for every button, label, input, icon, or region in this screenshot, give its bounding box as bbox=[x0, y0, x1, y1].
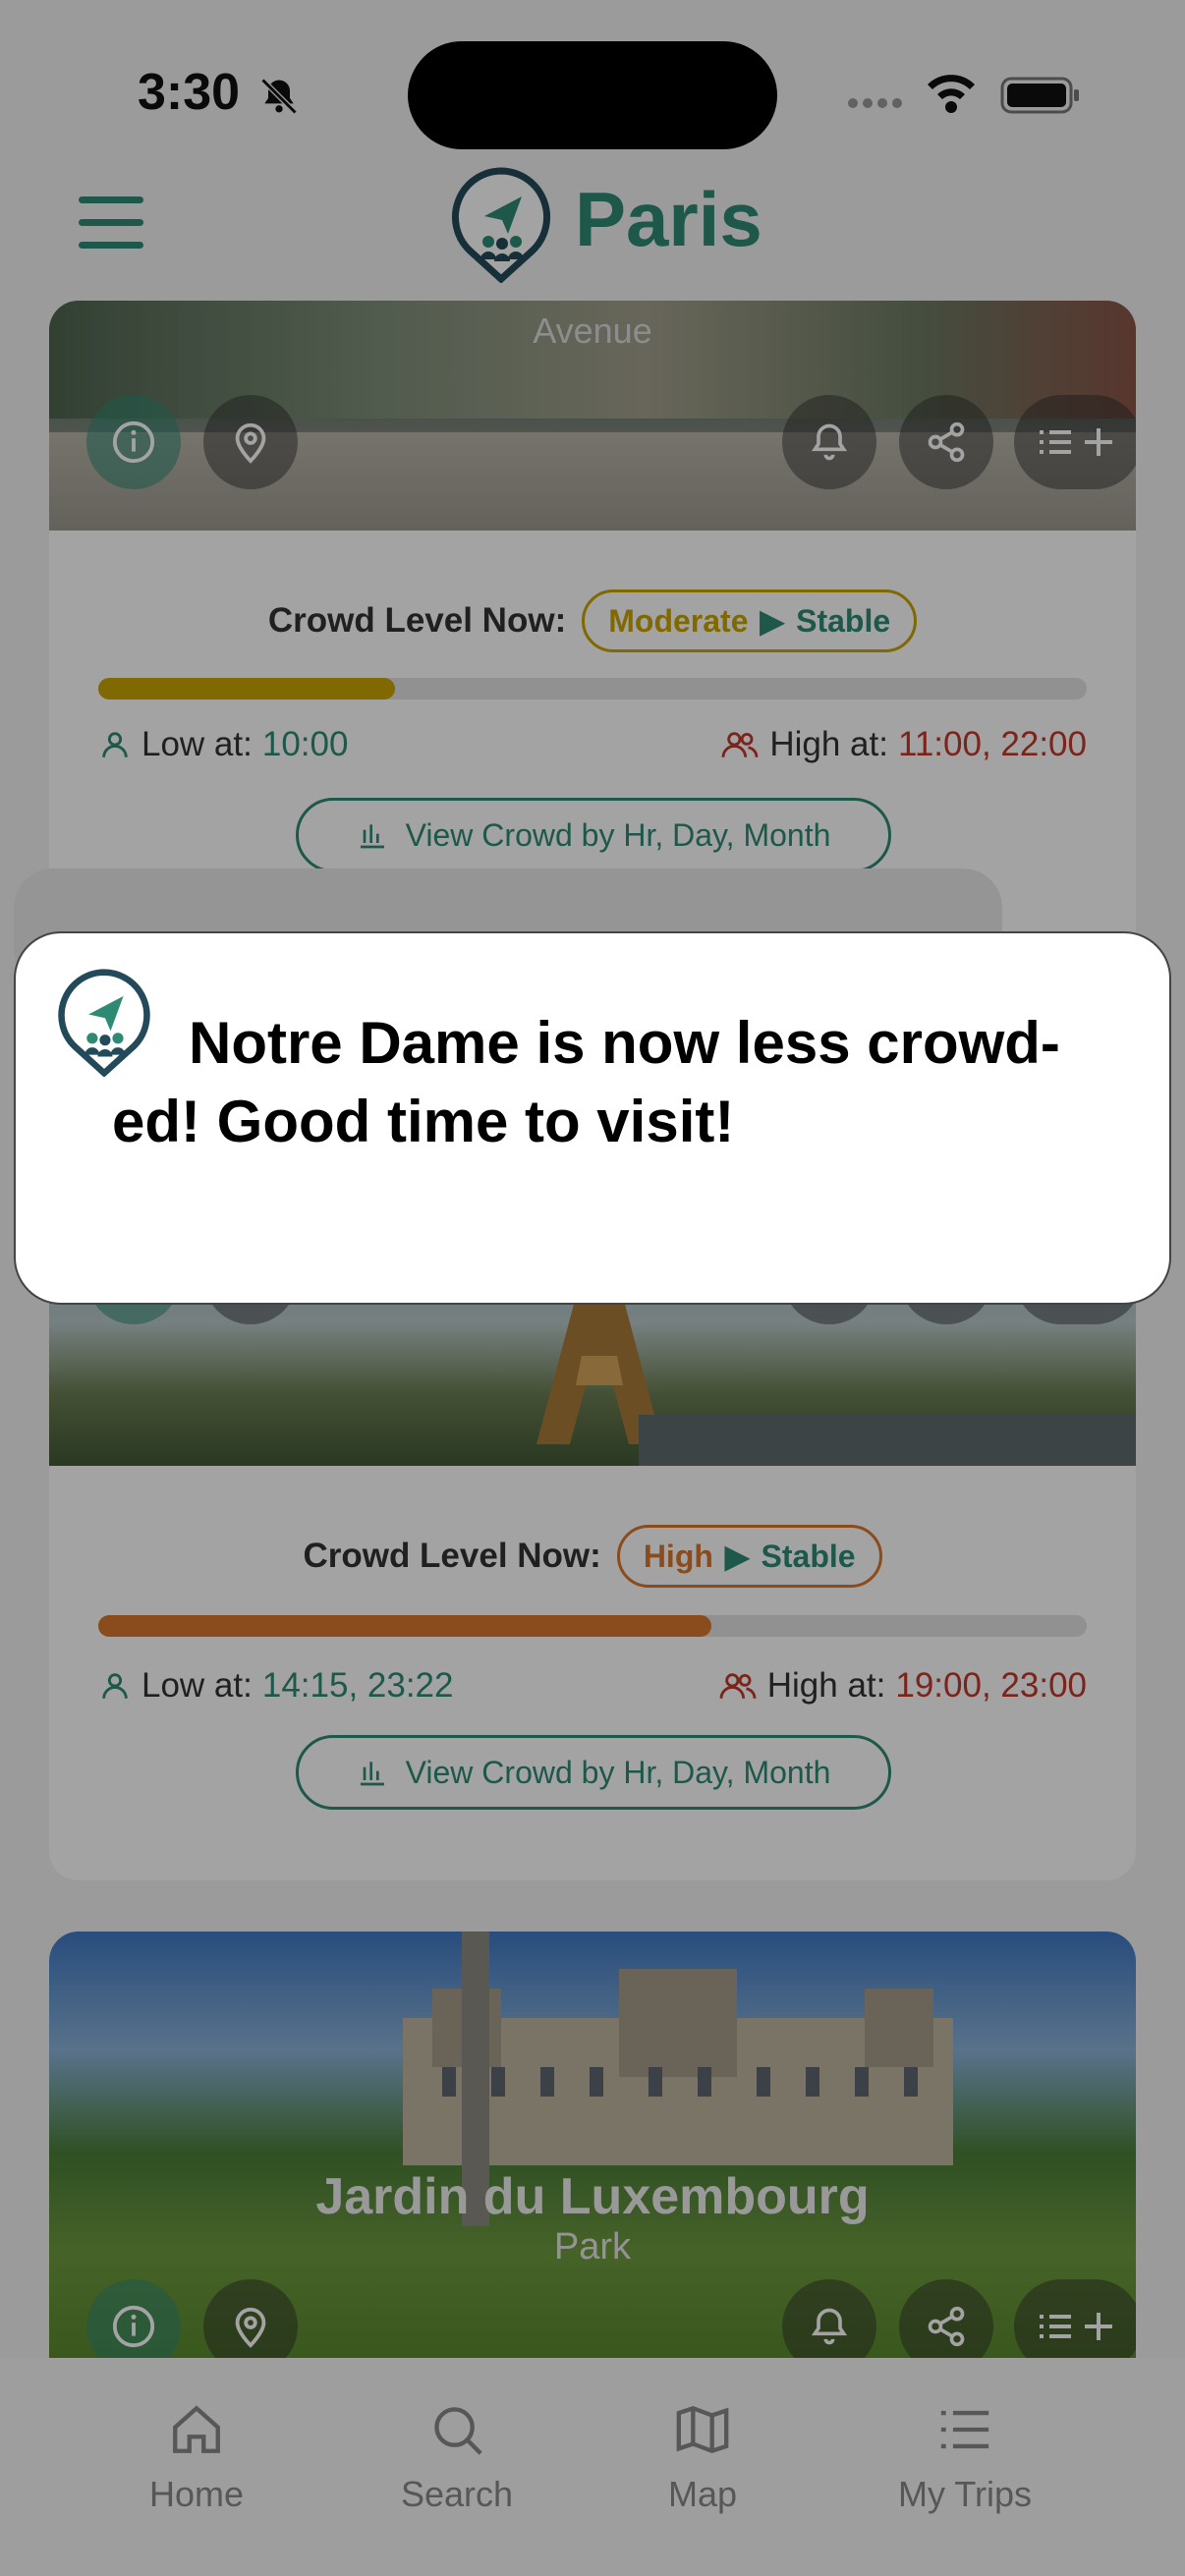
notification-banner[interactable]: Notre Dame is now less crowd-ed! Good ti… bbox=[14, 931, 1171, 1305]
notification-message: Notre Dame is now less crowd-ed! Good ti… bbox=[112, 1010, 1060, 1154]
